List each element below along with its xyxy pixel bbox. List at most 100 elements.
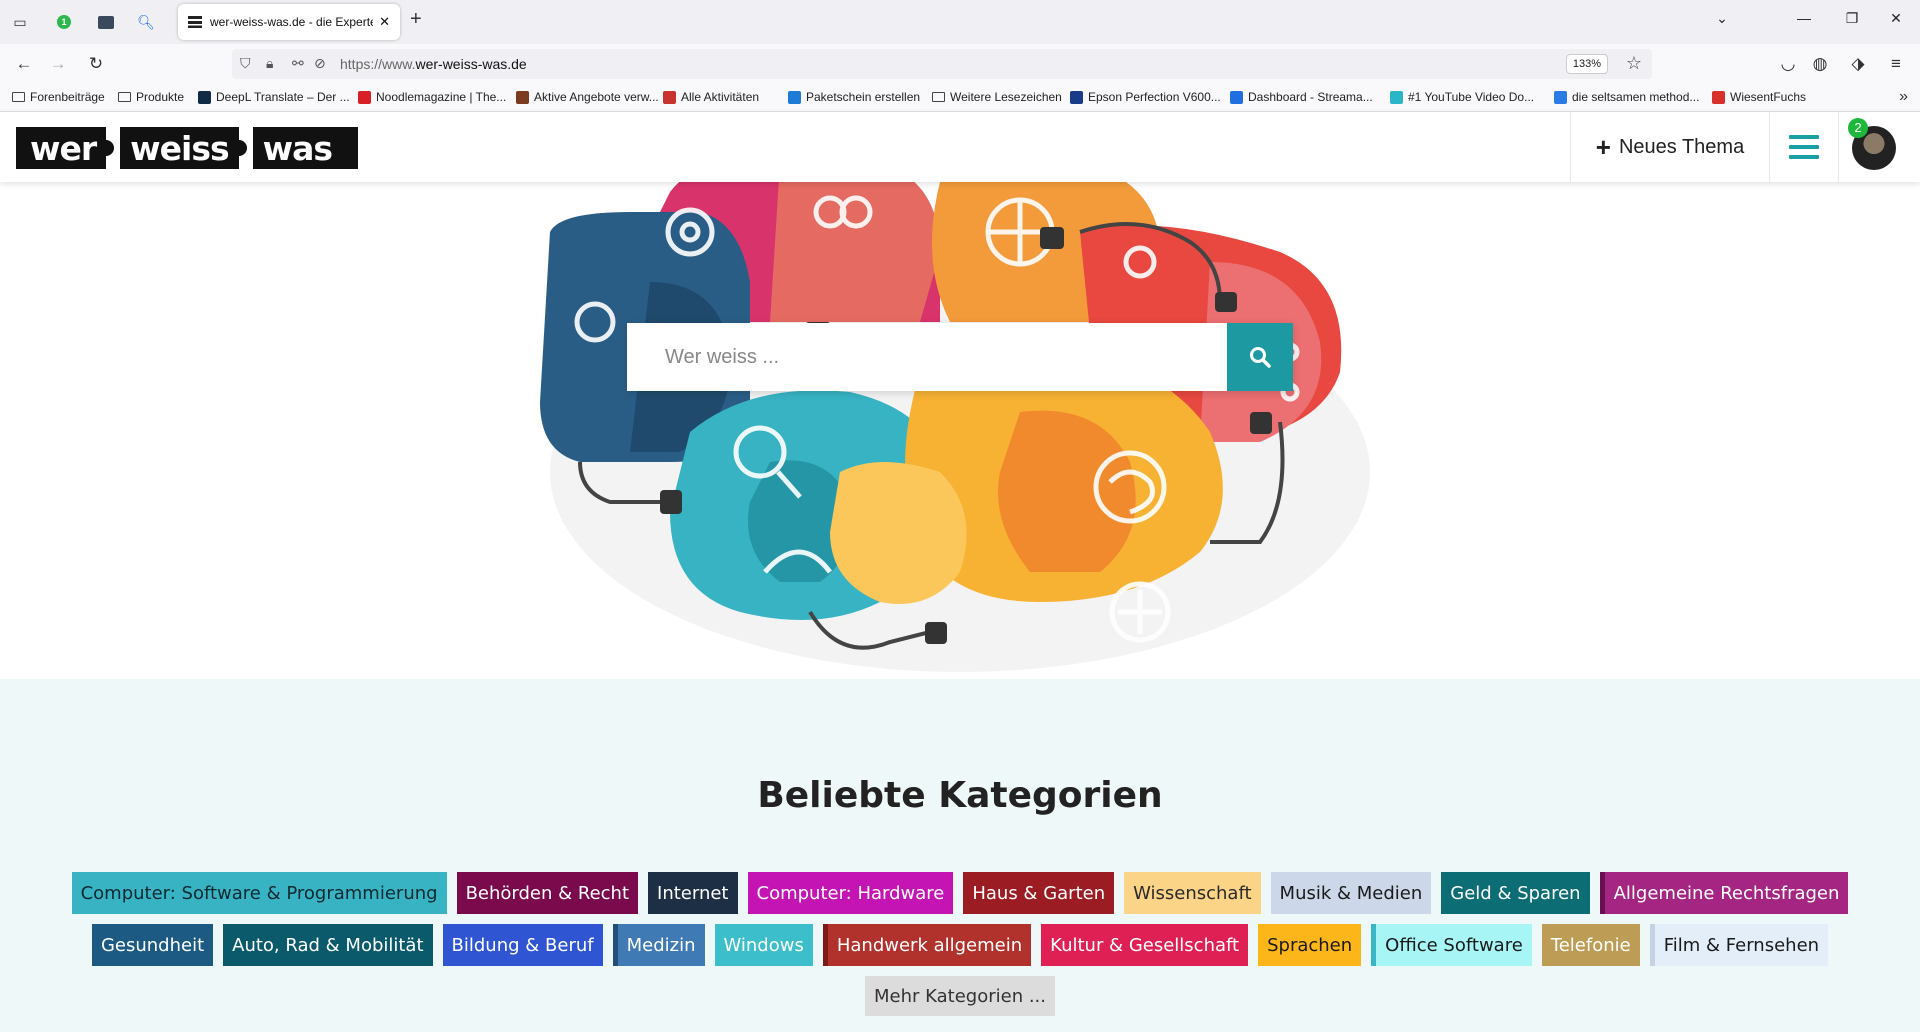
epson-icon <box>1070 90 1083 104</box>
folder-icon <box>12 92 25 102</box>
package-icon <box>788 90 801 104</box>
bookmark-item[interactable]: DeepL Translate – Der ... <box>198 90 350 104</box>
bookmark-item[interactable]: Weitere Lesezeichen <box>932 90 1062 104</box>
pinned-tab-2[interactable] <box>94 10 118 34</box>
category-chip[interactable]: Computer: Hardware <box>747 872 954 914</box>
category-chip[interactable]: Musik & Medien <box>1270 872 1432 914</box>
pinned-tab-badge: 1 <box>57 15 71 29</box>
bookmark-item[interactable]: Produkte <box>118 90 184 104</box>
pinned-tab-1[interactable]: 1 <box>52 10 76 34</box>
category-chip[interactable]: Telefonie <box>1541 924 1640 966</box>
new-topic-button[interactable]: + Neues Thema <box>1570 112 1769 182</box>
category-chip[interactable]: Auto, Rad & Mobilität <box>223 924 433 966</box>
bookmark-label: Weitere Lesezeichen <box>950 90 1062 104</box>
active-tab[interactable]: wer-weiss-was.de - die Experten ✕ <box>178 4 400 40</box>
bookmark-item[interactable]: #1 YouTube Video Do... <box>1390 90 1534 104</box>
lock-icon[interactable]: 🔒︎ <box>266 55 273 72</box>
category-chip[interactable]: Internet <box>648 872 738 914</box>
site-header: wer weiss was + Neues Thema 2 <box>0 112 1920 182</box>
category-chip[interactable]: Haus & Garten <box>963 872 1115 914</box>
bookmark-label: Produkte <box>136 90 185 104</box>
permissions-icon[interactable]: ⚯ <box>292 55 304 72</box>
category-chip[interactable]: Computer: Software & Programmierung <box>71 872 447 914</box>
category-chip[interactable]: Allgemeine Rechtsfragen <box>1599 872 1849 914</box>
yt-icon <box>1390 90 1403 104</box>
site-favicon-icon <box>188 16 202 28</box>
search-input[interactable] <box>627 323 1227 391</box>
logo-connector <box>98 127 121 169</box>
new-tab-button[interactable]: + <box>410 8 422 31</box>
bookmark-label: Paketschein erstellen <box>806 90 921 104</box>
forward-arrow-icon[interactable]: → <box>46 52 70 76</box>
logo-part-weiss: weiss <box>130 128 229 168</box>
hamburger-menu-button[interactable] <box>1769 112 1839 182</box>
bookmark-item[interactable]: Forenbeiträge <box>12 90 105 104</box>
more-categories-button[interactable]: Mehr Kategorien ... <box>865 976 1055 1016</box>
close-window-button[interactable]: ✕ <box>1884 10 1908 27</box>
bookmark-label: Aktive Angebote verw... <box>534 90 659 104</box>
category-chip[interactable]: Kultur & Gesellschaft <box>1041 924 1249 966</box>
minimize-button[interactable]: — <box>1792 10 1816 26</box>
user-avatar-button[interactable]: 2 <box>1848 118 1896 170</box>
bookmark-item[interactable]: Noodlemagazine | The... <box>358 90 506 104</box>
category-chip[interactable]: Medizin <box>612 924 705 966</box>
vpn-globe-icon[interactable]: ◍ <box>1808 52 1832 76</box>
bookmark-item[interactable]: die seltsamen method... <box>1554 90 1699 104</box>
category-row: Mehr Kategorien ... <box>0 976 1920 1016</box>
category-chip[interactable]: Geld & Sparen <box>1441 872 1590 914</box>
category-chip[interactable]: Behörden & Recht <box>456 872 639 914</box>
new-topic-label: Neues Thema <box>1618 135 1745 158</box>
bookmark-star-icon[interactable]: ☆ <box>1626 53 1642 74</box>
category-chip[interactable]: Office Software <box>1371 924 1532 966</box>
pocket-icon[interactable]: ◡ <box>1776 52 1800 76</box>
bing-icon <box>1554 90 1567 104</box>
bookmark-item[interactable]: Aktive Angebote verw... <box>516 90 659 104</box>
category-chip[interactable]: Gesundheit <box>91 924 214 966</box>
pinned-tab-search-icon[interactable]: 🔍︎ <box>134 10 158 34</box>
bookmark-label: DeepL Translate – Der ... <box>216 90 350 104</box>
bookmark-item[interactable]: Dashboard - Streama... <box>1230 90 1373 104</box>
active-tab-title: wer-weiss-was.de - die Experten <box>210 15 374 29</box>
bookmark-item[interactable]: WiesentFuchs <box>1712 90 1806 104</box>
bars-icon <box>663 90 676 104</box>
close-tab-icon[interactable]: ✕ <box>379 14 390 30</box>
site-logo[interactable]: wer weiss was <box>16 127 358 169</box>
app-menu-icon[interactable]: ≡ <box>1884 52 1908 76</box>
search-button[interactable] <box>1227 323 1293 391</box>
search-icon <box>1250 347 1271 368</box>
zoom-level[interactable]: 133% <box>1565 54 1608 74</box>
category-chip[interactable]: Bildung & Beruf <box>442 924 603 966</box>
hero-section <box>0 182 1920 679</box>
back-arrow-icon[interactable]: ← <box>12 52 36 76</box>
url-text[interactable]: https://www.wer-weiss-was.de <box>340 56 527 72</box>
plus-icon: + <box>1595 131 1611 162</box>
blocked-camera-icon[interactable]: ⊘ <box>314 55 326 72</box>
more-bookmarks-chevron-icon[interactable]: » <box>1899 88 1908 106</box>
folder-icon <box>932 92 945 102</box>
restore-button[interactable]: ❐ <box>1840 10 1864 27</box>
bookmark-label: die seltsamen method... <box>1572 90 1700 104</box>
bookmark-item[interactable]: Paketschein erstellen <box>788 90 920 104</box>
notification-badge: 2 <box>1848 118 1868 138</box>
category-row: Gesundheit Auto, Rad & Mobilität Bildung &… <box>0 924 1920 966</box>
search-bar <box>627 323 1293 391</box>
shield-icon[interactable]: ⛉ <box>240 55 251 72</box>
bookmark-label: Forenbeiträge <box>30 90 105 104</box>
bookmark-item[interactable]: Epson Perfection V600... <box>1070 90 1221 104</box>
category-chip[interactable]: Sprachen <box>1258 924 1362 966</box>
tab-list-icon[interactable]: ▭ <box>8 10 32 34</box>
category-chip[interactable]: Handwerk allgemein <box>822 924 1032 966</box>
tab-overflow-chevron-icon[interactable]: ⌄ <box>1710 10 1734 27</box>
reload-icon[interactable]: ↻ <box>84 52 108 76</box>
extensions-icon[interactable]: ⬗ <box>1846 52 1870 76</box>
bookmark-item[interactable]: Alle Aktivitäten <box>663 90 759 104</box>
categories-section: Beliebte Kategorien Computer: Software &… <box>0 679 1920 1032</box>
hero-illustration <box>540 182 1370 672</box>
bookmarks-bar: Forenbeiträge Produkte DeepL Translate – D… <box>0 84 1920 112</box>
category-chip[interactable]: Windows <box>714 924 813 966</box>
category-chip[interactable]: Film & Fernsehen <box>1649 924 1829 966</box>
url-prefix: https://www. <box>340 56 416 72</box>
category-chip[interactable]: Wissenschaft <box>1124 872 1261 914</box>
url-bar[interactable]: ⛉ 🔒︎ ⚯ ⊘ https://www.wer-weiss-was.de 13… <box>232 49 1652 79</box>
browser-tab-bar: ▭ 1 🔍︎ wer-weiss-was.de - die Experten ✕… <box>0 0 1920 44</box>
